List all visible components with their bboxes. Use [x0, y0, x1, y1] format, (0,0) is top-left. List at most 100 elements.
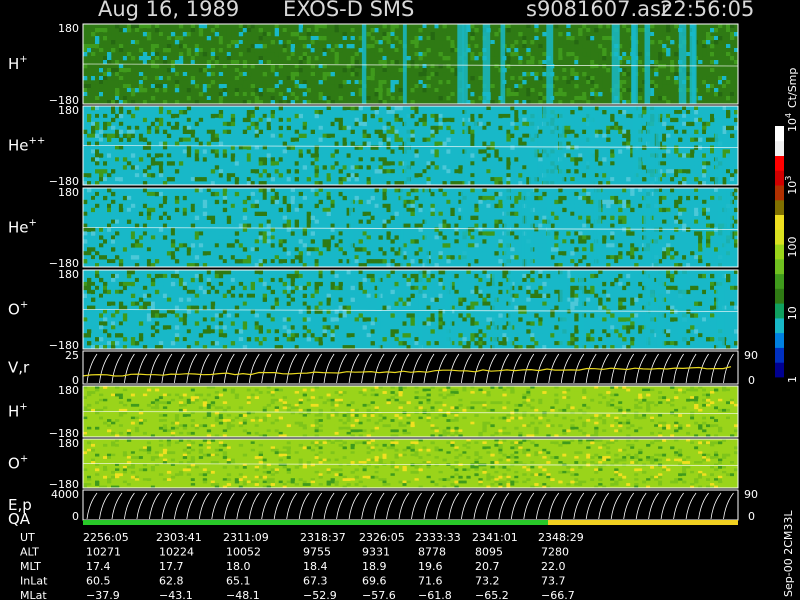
colorbar-step — [775, 155, 784, 171]
panel-2: He+180−180 — [8, 186, 739, 270]
footer-value: 67.3 — [303, 575, 328, 588]
footer-value: 2348:29 — [538, 531, 584, 544]
plot-time: 22:56:05 — [660, 0, 754, 21]
spectral-band — [546, 188, 551, 267]
footer-value: 22.0 — [541, 560, 566, 573]
spectral-band — [632, 106, 642, 185]
y-min-tick: 0 — [72, 510, 79, 523]
spectral-band — [653, 188, 659, 267]
panel-label-sup: + — [29, 218, 37, 229]
footer-value: 62.8 — [159, 575, 184, 588]
spectral-band — [508, 270, 513, 349]
footer-value: 19.6 — [418, 560, 443, 573]
footer-value: 2303:41 — [156, 531, 202, 544]
colorbar-unit: Ct/Smp — [786, 68, 799, 108]
footer-value: 60.5 — [86, 575, 111, 588]
footer-value: 18.9 — [362, 560, 387, 573]
footer-value: −65.2 — [475, 589, 509, 600]
footer-value: −48.1 — [226, 589, 260, 600]
panel-7: E,p40000900 — [8, 488, 758, 523]
footer-value: −57.6 — [362, 589, 396, 600]
plot-file: s9081607.asr — [526, 0, 670, 21]
footer-value: −52.9 — [303, 589, 337, 600]
footer-value: −61.8 — [418, 589, 452, 600]
spectral-band — [644, 270, 649, 349]
spectral-band — [644, 24, 651, 104]
footer-row-label: InLat — [20, 575, 48, 588]
footer-row-label: MLat — [20, 589, 47, 600]
panel-1: He++180−180 — [8, 104, 739, 188]
spectral-band — [460, 188, 469, 267]
panel-label: He++ — [8, 136, 45, 155]
spectral-band — [714, 106, 723, 185]
footer-value: 2326:05 — [359, 531, 405, 544]
colorbar-tick: 100 — [786, 237, 799, 258]
spectral-band — [578, 270, 585, 349]
colorbar-tick: 103 — [784, 176, 799, 195]
y-max-tick: 180 — [58, 186, 79, 199]
colorbar-step — [775, 199, 784, 215]
spectral-band — [521, 188, 525, 267]
spectral-band — [559, 270, 568, 349]
panel-label: H+ — [8, 54, 28, 73]
panel-0: H+180−180 — [8, 22, 739, 107]
panel-6: O+180−180 — [8, 437, 739, 491]
footer-value: 10052 — [226, 546, 261, 559]
footer-row-label: ALT — [20, 546, 39, 559]
spectral-band — [655, 106, 661, 185]
panel-label-sup: + — [19, 402, 27, 413]
footer-value: 17.4 — [86, 560, 111, 573]
footer-value: −37.9 — [86, 589, 120, 600]
colorbar-step — [775, 214, 784, 230]
footer-value: 71.6 — [418, 575, 443, 588]
spectral-band — [559, 106, 565, 185]
spectral-band — [656, 270, 663, 349]
spectral-band — [524, 188, 534, 267]
plot-instrument: EXOS-D SMS — [283, 0, 414, 21]
footer-row-label: UT — [20, 531, 35, 544]
panel-5: H+180−180 — [8, 384, 739, 440]
footer-value: 10271 — [86, 546, 121, 559]
spectral-band — [593, 188, 597, 267]
panel-label-sup: + — [20, 454, 28, 465]
colorbar-step — [775, 273, 784, 289]
panel-label: H+ — [8, 402, 28, 421]
spectral-band — [678, 24, 687, 104]
colorbar-tick: 1 — [786, 376, 799, 383]
qa-segment — [548, 520, 738, 525]
panel-label: V,r — [8, 359, 30, 377]
spectral-band — [546, 24, 554, 104]
footer-value: −43.1 — [159, 589, 193, 600]
footer-value: 2333:33 — [415, 531, 461, 544]
colorbar-step — [775, 140, 784, 156]
colorbar-step — [775, 170, 784, 186]
footer-value: 69.6 — [362, 575, 387, 588]
panel-label: He+ — [8, 218, 37, 237]
spectral-band — [424, 188, 429, 267]
colorbar-step — [775, 362, 784, 378]
colorbar-step — [775, 303, 784, 319]
footer-value: 8095 — [475, 546, 503, 559]
colorbar-tick-sup: 3 — [784, 176, 793, 181]
spectral-band — [589, 106, 595, 185]
y-max-tick: 180 — [58, 104, 79, 117]
spectral-band — [529, 106, 538, 185]
spectral-band — [491, 270, 498, 349]
footer-value: 73.7 — [541, 575, 566, 588]
spectral-band — [500, 24, 506, 104]
version-label: Sep-00 2CM33L — [782, 510, 795, 597]
spectral-band — [464, 106, 469, 185]
spectral-band — [404, 106, 411, 185]
footer-value: −66.7 — [541, 589, 575, 600]
footer-value: 65.1 — [226, 575, 251, 588]
spectral-band — [643, 188, 652, 267]
spectral-band — [716, 270, 725, 349]
footer-value: 2318:37 — [300, 531, 346, 544]
footer-value: 2256:05 — [83, 531, 129, 544]
footer-value: 10224 — [159, 546, 194, 559]
panel-label-sup: + — [19, 54, 27, 65]
spectral-band — [542, 106, 551, 185]
spectral-band — [402, 24, 407, 104]
spectral-band — [717, 188, 727, 267]
panel-label-sup: ++ — [29, 136, 46, 147]
